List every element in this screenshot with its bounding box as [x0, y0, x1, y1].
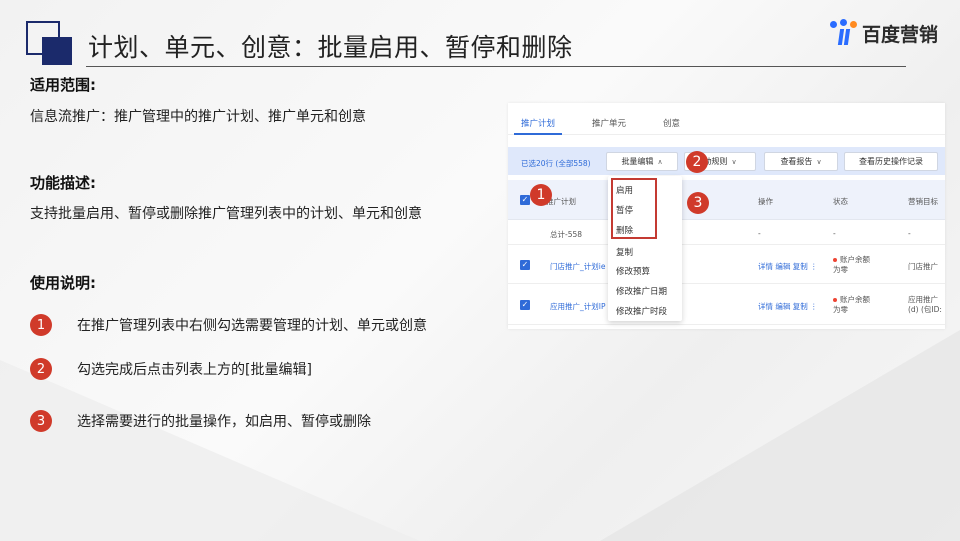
step-number: 2 [30, 358, 52, 380]
toolbar: 已选20行 (全部558) 批量编辑 ∧ 动规则 ∨ 查看报告 ∨ 查看历史操作… [508, 147, 945, 175]
step-text: 勾选完成后点击列表上方的[批量编辑] [77, 362, 312, 378]
step-text: 选择需要进行的批量操作，如启用、暂停或删除 [77, 414, 371, 430]
row-checkbox[interactable]: ✓ [520, 300, 530, 310]
total-label: 总计-558 [550, 230, 583, 239]
brand-name: 百度营销 [862, 24, 939, 46]
menu-item-edit-date[interactable]: 修改推广日期 [616, 285, 667, 297]
tab-creative[interactable]: 创意 [663, 117, 680, 129]
function-heading: 功能描述: [30, 174, 96, 192]
history-label: 查看历史操作记录 [859, 157, 923, 166]
highlight-box [611, 178, 657, 239]
row-actions[interactable]: 详情 编辑 复制 ⋮ [758, 301, 818, 312]
total-row: 总计-558 - - - [508, 221, 945, 245]
background-shape [600, 330, 960, 541]
scope-text: 信息流推广：推广管理中的推广计划、推广单元和创意 [30, 109, 366, 125]
row-status: 账户余额为零 [833, 255, 877, 275]
menu-item-edit-schedule[interactable]: 修改推广时段 [616, 305, 667, 317]
table-header: ✓ 推广计划 操作 状态 营销目标 [508, 180, 945, 220]
batch-edit-label: 批量编辑 [621, 157, 654, 166]
step-number: 3 [30, 410, 52, 432]
plan-name-link[interactable]: 应用推广_计划IP [550, 301, 605, 312]
selected-count: 已选20行 (全部558) [521, 159, 591, 168]
step-1: 1 在推广管理列表中右侧勾选需要管理的计划、单元或创意 [30, 314, 427, 336]
step-number: 1 [30, 314, 52, 336]
function-text: 支持批量启用、暂停或删除推广管理列表中的计划、单元和创意 [30, 206, 422, 222]
step-text: 在推广管理列表中右侧勾选需要管理的计划、单元或创意 [77, 318, 427, 334]
active-tab-indicator [514, 133, 562, 135]
scope-heading: 适用范围: [30, 76, 96, 94]
view-report-button[interactable]: 查看报告 ∨ [764, 152, 838, 171]
title-divider [86, 66, 906, 67]
status-text: 账户余额为零 [833, 295, 870, 314]
callout-badge-1: 1 [530, 184, 552, 206]
total-goal: - [908, 229, 911, 238]
chevron-down-icon: ∨ [816, 157, 822, 166]
batch-edit-button[interactable]: 批量编辑 ∧ [606, 152, 678, 171]
row-checkbox[interactable]: ✓ [520, 260, 530, 270]
select-all-checkbox[interactable]: ✓ [520, 195, 530, 205]
col-status: 状态 [833, 197, 848, 206]
tab-unit[interactable]: 推广单元 [592, 117, 626, 129]
history-button[interactable]: 查看历史操作记录 [844, 152, 938, 171]
col-ops: 操作 [758, 197, 773, 206]
baidu-marketing-logo-icon [830, 18, 858, 47]
row-goal: 应用推广 (d) (包ID: [908, 295, 942, 314]
usage-heading: 使用说明: [30, 274, 96, 292]
title-decoration-fill [42, 37, 72, 65]
status-dot-icon [833, 298, 837, 302]
step-2: 2 勾选完成后点击列表上方的[批量编辑] [30, 358, 312, 380]
total-ops: - [758, 229, 761, 238]
brand-logo: 百度营销 [830, 18, 939, 47]
table-row: ✓ 应用推广_计划IP 详情 编辑 复制 ⋮ 账户余额为零 应用推广 (d) (… [508, 285, 945, 325]
background-shape [0, 360, 420, 541]
view-report-label: 查看报告 [780, 157, 813, 166]
tab-plan[interactable]: 推广计划 [521, 117, 555, 129]
status-text: 账户余额为零 [833, 255, 870, 274]
total-status: - [833, 229, 836, 238]
table-row: ✓ 门店推广_计划ie 详情 编辑 复制 ⋮ 账户余额为零 门店推广 [508, 246, 945, 284]
row-status: 账户余额为零 [833, 295, 877, 315]
chevron-down-icon: ∨ [731, 157, 737, 166]
step-3: 3 选择需要进行的批量操作，如启用、暂停或删除 [30, 410, 371, 432]
chevron-up-icon: ∧ [657, 157, 663, 166]
ui-screenshot: 推广计划 推广单元 创意 已选20行 (全部558) 批量编辑 ∧ 动规则 ∨ … [508, 103, 945, 329]
plan-name-link[interactable]: 门店推广_计划ie [550, 261, 605, 272]
row-actions[interactable]: 详情 编辑 复制 ⋮ [758, 261, 818, 272]
row-goal: 门店推广 [908, 262, 938, 271]
page-title: 计划、单元、创意：批量启用、暂停和删除 [88, 33, 573, 62]
menu-item-copy[interactable]: 复制 [616, 246, 633, 258]
col-goal: 营销目标 [908, 197, 938, 206]
callout-badge-3: 3 [687, 192, 709, 214]
callout-badge-2: 2 [686, 151, 708, 173]
status-dot-icon [833, 258, 837, 262]
menu-item-edit-budget[interactable]: 修改预算 [616, 265, 650, 277]
batch-edit-dropdown: 启用 暂停 删除 复制 修改预算 修改推广日期 修改推广时段 [608, 176, 682, 321]
tab-bar: 推广计划 推广单元 创意 [508, 103, 945, 135]
